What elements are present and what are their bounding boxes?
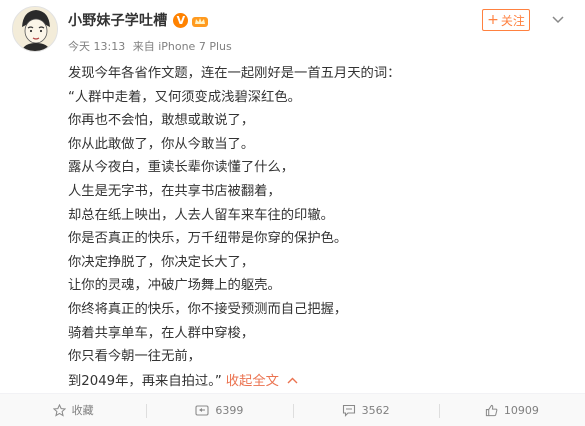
plus-icon: + (487, 12, 499, 28)
chevron-down-icon[interactable] (551, 13, 565, 27)
post-time[interactable]: 今天 13:13 (68, 40, 125, 53)
name-row: 小野妹子学吐槽 V (68, 10, 209, 30)
verified-badge-icon[interactable]: V (173, 12, 189, 28)
comment-button[interactable]: 3562 (292, 394, 439, 426)
comment-count: 3562 (361, 403, 390, 417)
member-crown-icon[interactable] (191, 13, 209, 27)
post-line: 骑着共享单车，在人群中穿梭， (68, 325, 255, 341)
repost-button[interactable]: 6399 (146, 394, 292, 426)
star-icon (52, 403, 66, 417)
action-bar: 收藏 6399 3562 10909 (0, 393, 585, 426)
favorite-label: 收藏 (71, 404, 94, 417)
comment-icon (342, 404, 355, 417)
post-line: “人群中走着，又何须变成浅碧深红色。 (68, 89, 301, 105)
post-line: 你从此敢做了，你从今敢当了。 (68, 136, 255, 152)
post-line: 人生是无字书，在共享书店被翻着， (68, 183, 281, 199)
repost-icon (195, 404, 209, 416)
follow-label: 关注 (500, 13, 525, 28)
post-line: 却总在纸上映出，人去人留车来车往的印辙。 (68, 207, 334, 223)
like-button[interactable]: 10909 (438, 394, 585, 426)
post-last-line: 到2049年，再来自拍过。” 收起全文 (68, 369, 568, 393)
post-line: 你终将真正的快乐，你不接受预测而自己把握， (68, 301, 348, 317)
collapse-link[interactable]: 收起全文 (226, 374, 279, 389)
post-line: 你是否真正的快乐，万千纽带是你穿的保护色。 (68, 231, 348, 247)
avatar[interactable] (12, 6, 58, 52)
thumbs-up-icon (485, 404, 498, 416)
post-line: 你再也不会怕，敢想或敢说了， (68, 113, 255, 129)
post-line: 让你的灵魂，冲破广场舞上的躯壳。 (68, 278, 281, 294)
post-line: 露从今夜白，重读长辈你读懂了什么， (68, 160, 295, 176)
post-line: 你决定挣脱了，你决定长大了， (68, 254, 255, 270)
follow-button[interactable]: + 关注 (482, 9, 530, 31)
post-line: 你只看今朝一往无前， (68, 349, 201, 365)
post-source: 来自 iPhone 7 Plus (132, 40, 232, 53)
avatar-illustration (13, 7, 57, 51)
favorite-button[interactable]: 收藏 (0, 394, 146, 426)
post-meta: 今天 13:13 来自 iPhone 7 Plus (68, 38, 236, 54)
chevron-up-icon[interactable] (287, 369, 298, 393)
post-content: 发现今年各省作文题，连在一起刚好是一首五月天的词： “人群中走着，又何须变成浅碧… (68, 62, 568, 392)
weibo-post-card: 小野妹子学吐槽 V 今天 13:13 来自 iPhone 7 Plus + 关注… (0, 0, 585, 426)
user-name[interactable]: 小野妹子学吐槽 (68, 10, 167, 30)
post-line: 发现今年各省作文题，连在一起刚好是一首五月天的词： (68, 66, 401, 81)
like-count: 10909 (503, 403, 539, 417)
repost-count: 6399 (215, 403, 244, 417)
post-line: 到2049年，再来自拍过。” (68, 373, 222, 389)
